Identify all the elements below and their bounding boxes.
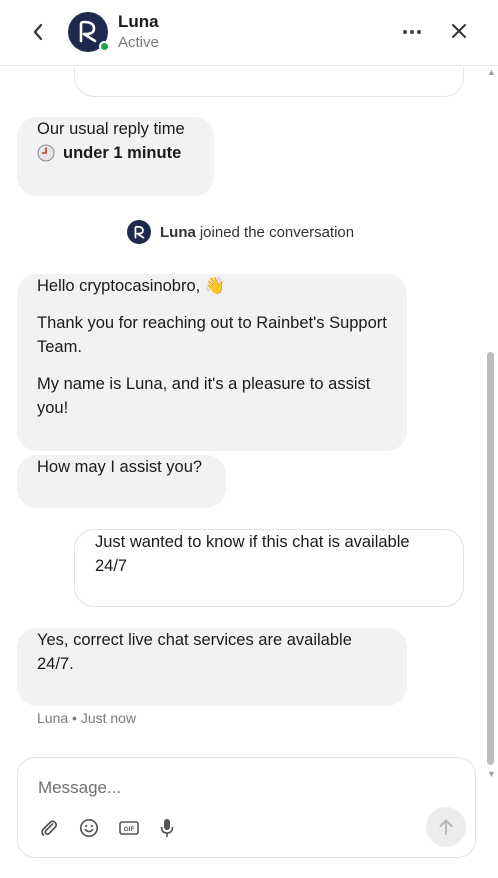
- attach-button[interactable]: [37, 816, 61, 840]
- arrow-up-icon: [439, 819, 453, 835]
- scroll-up-arrow-icon[interactable]: ▲: [487, 67, 496, 77]
- svg-text:GIF: GIF: [124, 826, 135, 833]
- voice-button[interactable]: [155, 816, 179, 840]
- gif-icon: GIF: [119, 821, 139, 835]
- user-message-bubble: etc: [74, 67, 464, 97]
- joined-text: joined the conversation: [199, 223, 355, 241]
- emoji-icon: [79, 818, 99, 838]
- close-icon: [452, 24, 466, 38]
- scrollbar[interactable]: ▲ ▼: [484, 67, 498, 783]
- clock-icon: [37, 144, 55, 162]
- joined-agent-name: Luna: [160, 223, 196, 241]
- close-button[interactable]: [446, 18, 472, 44]
- agent-name: Luna: [118, 12, 159, 31]
- more-options-button[interactable]: [398, 20, 426, 44]
- paperclip-icon: [41, 820, 58, 836]
- more-horizontal-icon: [403, 30, 421, 34]
- user-message-bubble: Just wanted to know if this chat is avai…: [74, 529, 464, 607]
- rainbet-logo-icon: [134, 225, 144, 239]
- message-list[interactable]: etc Our usual reply time under 1 minute …: [0, 67, 484, 751]
- reply-time-value: under 1 minute: [63, 144, 182, 162]
- online-status-dot: [99, 41, 110, 52]
- reply-time-bubble: Our usual reply time under 1 minute: [17, 117, 214, 196]
- back-button[interactable]: [24, 18, 52, 46]
- message-text: How may I assist you?: [37, 458, 203, 476]
- reply-time-label: Our usual reply time: [37, 120, 185, 138]
- agent-status: Active: [118, 34, 159, 51]
- agent-joined-notice: Luna joined the conversation: [127, 220, 354, 244]
- agent-message-bubble: How may I assist you?: [17, 455, 226, 508]
- greeting-text: Hello cryptocasinobro, 👋: [37, 277, 226, 295]
- rainbet-logo-icon: [79, 20, 97, 43]
- message-input[interactable]: [38, 774, 438, 802]
- message-meta: Luna • Just now: [37, 710, 137, 726]
- emoji-button[interactable]: [77, 816, 101, 840]
- message-text: Yes, correct live chat services are avai…: [37, 631, 352, 673]
- chevron-left-icon: [33, 23, 43, 41]
- thanks-text: Thank you for reaching out to Rainbet's …: [37, 314, 387, 356]
- message-composer: GIF: [17, 757, 476, 858]
- agent-message-bubble: Yes, correct live chat services are avai…: [17, 628, 407, 706]
- chat-header: Luna Active: [0, 0, 498, 66]
- intro-text: My name is Luna, and it's a pleasure to …: [37, 375, 371, 417]
- send-button[interactable]: [426, 807, 466, 847]
- microphone-icon: [160, 819, 174, 837]
- agent-message-bubble: Hello cryptocasinobro, 👋 Thank you for r…: [17, 274, 407, 451]
- scroll-down-arrow-icon[interactable]: ▼: [487, 769, 496, 779]
- gif-button[interactable]: GIF: [117, 816, 141, 840]
- message-text: Just wanted to know if this chat is avai…: [95, 533, 410, 575]
- agent-avatar-small: [127, 220, 151, 244]
- scrollbar-thumb[interactable]: [487, 352, 494, 765]
